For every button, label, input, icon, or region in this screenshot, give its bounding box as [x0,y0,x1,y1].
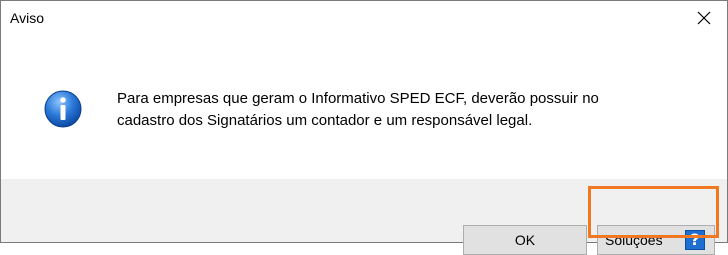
message-text: Para empresas que geram o Informativo SP… [117,88,707,132]
message-line-1: Para empresas que geram o Informativo SP… [117,90,599,107]
info-icon [44,90,82,128]
close-button[interactable] [681,1,727,35]
message-line-2: cadastro dos Signatários um contador e u… [117,112,533,129]
close-icon [697,11,711,25]
title-bar: Aviso [1,1,727,35]
solucoes-label: Soluções [605,232,663,248]
solucoes-button[interactable]: Soluções ? [597,225,715,255]
dialog-window: Aviso Para empresas que geram o Informat… [0,0,728,255]
ok-button[interactable]: OK [463,225,587,255]
button-bar: OK Soluções ? [1,179,727,255]
help-icon: ? [685,230,705,250]
window-title: Aviso [10,10,44,26]
message-area: Para empresas que geram o Informativo SP… [1,35,727,179]
